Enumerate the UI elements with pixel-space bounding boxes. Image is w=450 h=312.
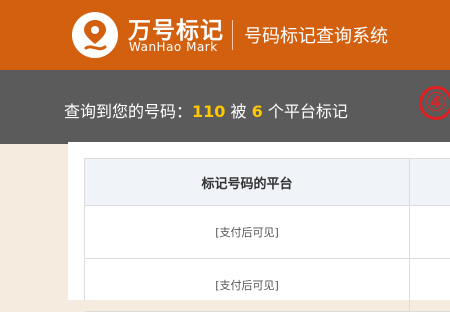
table-row: [支付后可见] [85,259,410,312]
platform-table: 标记号码的平台 [支付后可见] [支付后可见] [84,158,450,312]
top-header: 万号标记 WanHao Mark 号码标记查询系统 [0,0,450,70]
result-mid: 被 [225,102,252,121]
step-badge: ④ [419,86,450,120]
phone-number: 110 [192,102,226,121]
result-summary: 查询到您的号码：110 被 6 个平台标记 [64,98,348,122]
table-header-extra [410,159,450,206]
platform-count: 6 [251,102,263,121]
table-cell-extra [410,259,450,312]
system-title: 号码标记查询系统 [244,26,388,47]
logo-icon [72,12,118,58]
brand-name-en: WanHao Mark [129,40,218,54]
header-divider [232,20,233,50]
table-row: [支付后可见] [85,206,410,259]
table-header-platform: 标记号码的平台 [85,159,410,206]
result-prefix: 查询到您的号码： [64,102,193,121]
result-suffix: 个平台标记 [262,102,348,121]
table-cell-extra [410,206,450,259]
